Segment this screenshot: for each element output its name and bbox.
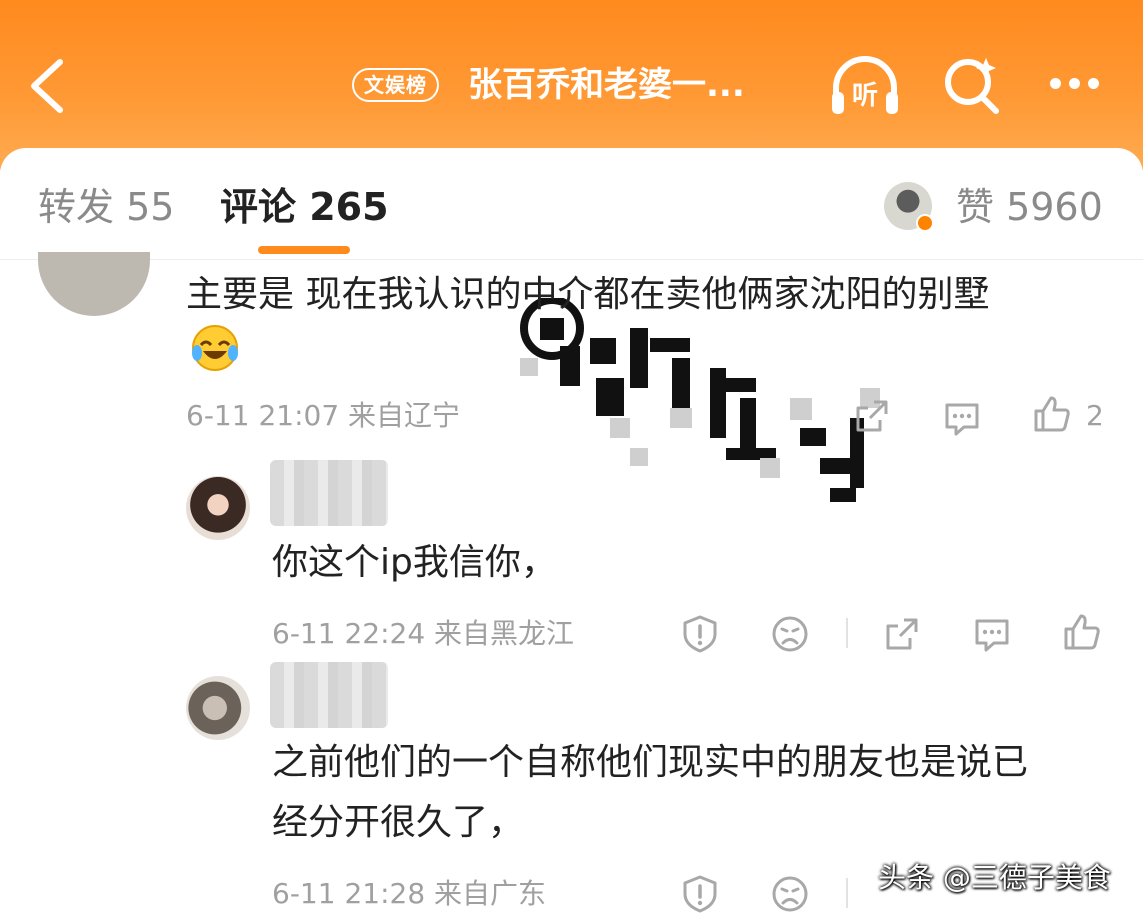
tab-repost[interactable]: 转发 55 — [38, 182, 174, 232]
active-tab-indicator — [258, 246, 350, 254]
tab-comments[interactable]: 评论 265 — [220, 182, 389, 232]
verified-badge-icon — [916, 214, 934, 232]
comment-meta: 6-11 21:07 来自辽宁 — [186, 399, 461, 432]
laughing-crying-emoji — [192, 325, 238, 371]
reply-icon[interactable] — [972, 614, 1012, 654]
report-icon[interactable] — [680, 614, 720, 654]
listen-icon[interactable]: 听 — [828, 56, 902, 118]
comment-text-continued: 经分开很久了， — [272, 802, 525, 843]
mosaic-watermark — [520, 298, 880, 502]
watermark: 头条 @三德子美食 — [878, 861, 1111, 894]
hot-list-badge[interactable]: 文娱榜 — [352, 68, 439, 102]
like-count: 2 — [1086, 399, 1104, 432]
reply-icon[interactable] — [942, 398, 982, 438]
blurred-username[interactable] — [270, 460, 388, 526]
share-icon[interactable] — [852, 396, 892, 436]
more-icon[interactable] — [1046, 72, 1110, 96]
comment-text: 主要是 现在我认识的中介都在卖他俩家沈阳的别墅 — [186, 274, 990, 315]
divider — [846, 618, 848, 648]
comment-text: 你这个ip我信你， — [272, 542, 557, 583]
report-icon[interactable] — [680, 874, 720, 914]
comment-meta: 6-11 21:28 来自广东 — [272, 877, 547, 910]
listen-label: 听 — [852, 81, 878, 111]
comments-panel: 转发 55 评论 265 赞 5960 主要是 现在我认识的中介都在卖他俩家沈阳… — [0, 148, 1143, 914]
page-title: 张百乔和老婆一... — [468, 65, 745, 105]
like-icon[interactable] — [1032, 394, 1072, 434]
share-icon[interactable] — [882, 614, 922, 654]
back-arrow-icon[interactable] — [28, 58, 68, 114]
comment-text: 之前他们的一个自称他们现实中的朋友也是说已 — [272, 742, 1029, 783]
dislike-face-icon[interactable] — [770, 614, 810, 654]
blurred-username[interactable] — [270, 662, 388, 728]
dislike-face-icon[interactable] — [770, 874, 810, 914]
commenter-avatar[interactable] — [186, 676, 250, 740]
top-bar: 文娱榜 张百乔和老婆一... 听 — [0, 0, 1143, 170]
divider — [846, 878, 848, 908]
tab-likes[interactable]: 赞 5960 — [956, 182, 1103, 232]
tab-bar: 转发 55 评论 265 赞 5960 — [0, 148, 1143, 260]
commenter-avatar[interactable] — [38, 252, 150, 316]
commenter-avatar[interactable] — [186, 476, 250, 540]
like-icon[interactable] — [1062, 612, 1102, 652]
comment-meta: 6-11 22:24 来自黑龙江 — [272, 617, 575, 650]
search-icon[interactable] — [942, 54, 1002, 114]
